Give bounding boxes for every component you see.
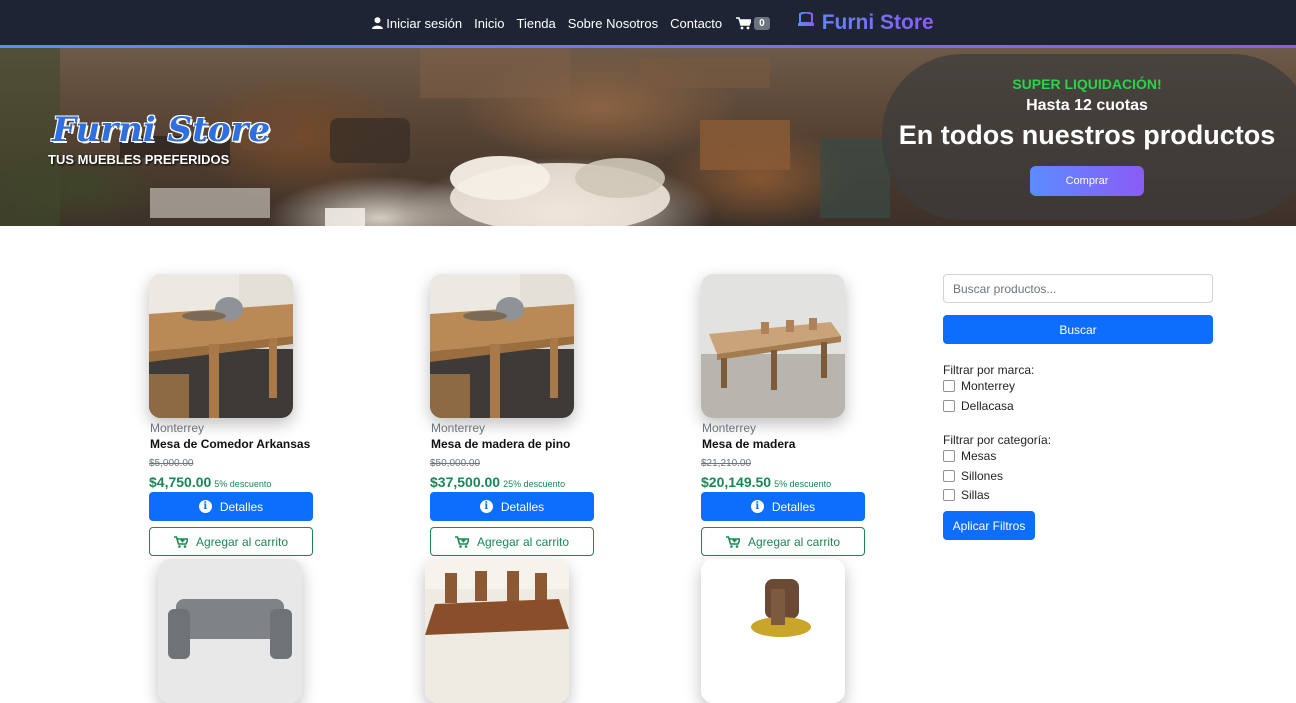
cart-link[interactable]: 0 [736,16,770,30]
product-old-price: $21,210.00 [701,458,752,469]
brand-filter-label: Dellacasa [961,399,1014,413]
product-image[interactable] [158,559,302,703]
nav-links: Iniciar sesión Inicio Tienda Sobre Nosot… [372,16,770,31]
info-icon: i [479,500,493,513]
add-to-cart-button[interactable]: Agregar al carrito [701,527,865,556]
cart-count-badge: 0 [754,16,770,30]
category-filter-title: Filtrar por categoría: [943,433,1052,447]
info-icon: i [198,500,212,513]
product-name[interactable]: Mesa de madera [702,437,795,451]
buy-button[interactable]: Comprar [1030,166,1144,196]
product-name[interactable]: Mesa de madera de pino [431,437,570,451]
checkbox[interactable] [943,489,955,501]
apply-filters-button[interactable]: Aplicar Filtros [943,511,1035,540]
add-to-cart-label: Agregar al carrito [476,534,570,549]
search-button[interactable]: Buscar [943,315,1213,344]
promo-box: SUPER LIQUIDACIÓN! Hasta 12 cuotas En to… [882,54,1296,220]
add-to-cart-button[interactable]: Agregar al carrito [149,527,313,556]
details-button[interactable]: i Detalles [701,492,865,521]
discount-label: 5% descuento [214,479,272,489]
nav-link-contacto[interactable]: Contacto [670,16,722,31]
chair-icon [797,12,814,33]
brand-filter-dellacasa[interactable]: Dellacasa [943,399,1014,413]
product-price: $20,149.50 5% descuento [701,474,831,490]
checkbox[interactable] [943,400,955,412]
hero-title: Furni Store [52,110,271,150]
info-icon: i [750,500,764,513]
hero-subtitle: TUS MUEBLES PREFERIDOS [48,152,230,167]
product-price: $37,500.00 25% descuento [430,474,565,490]
wood-table-photo [701,274,845,418]
chair-photo [701,559,845,703]
product-brand: Monterrey [150,421,205,435]
product-image[interactable] [425,559,569,703]
dining-table-photo [430,274,574,418]
product-brand: Monterrey [431,421,486,435]
brand-filter-label: Monterrey [961,379,1016,393]
details-button[interactable]: i Detalles [430,492,594,521]
price-value: $20,149.50 [701,474,772,490]
brand-filter-title: Filtrar por marca: [943,363,1035,377]
user-icon [372,17,384,29]
product-old-price: $50,000.00 [430,458,481,469]
nav-link-inicio[interactable]: Inicio [474,16,504,31]
category-filter-sillones[interactable]: Sillones [943,469,1003,483]
product-image[interactable] [701,274,845,418]
price-value: $37,500.00 [430,474,501,490]
product-name[interactable]: Mesa de Comedor Arkansas [150,437,310,451]
hero-banner: Furni Store TUS MUEBLES PREFERIDOS SUPER… [0,48,1296,226]
cart-plus-icon [173,535,188,548]
details-button[interactable]: i Detalles [149,492,313,521]
add-to-cart-label: Agregar al carrito [747,534,841,549]
dining-set-photo [425,559,569,703]
discount-label: 5% descuento [774,479,832,489]
login-link[interactable]: Iniciar sesión [372,16,462,31]
details-label: Detalles [500,499,545,514]
product-image[interactable] [701,559,845,703]
checkbox[interactable] [943,470,955,482]
brand-name: Furni Store [821,11,934,34]
add-to-cart-button[interactable]: Agregar al carrito [430,527,594,556]
brand-filter-monterrey[interactable]: Monterrey [943,379,1015,393]
navbar: Iniciar sesión Inicio Tienda Sobre Nosot… [0,0,1296,46]
dining-table-photo [149,274,293,418]
details-label: Detalles [219,499,264,514]
product-image[interactable] [149,274,293,418]
product-price: $4,750.00 5% descuento [149,474,271,490]
promo-message: En todos nuestros productos [898,120,1276,150]
category-filter-label: Sillas [961,488,990,502]
login-label: Iniciar sesión [386,15,463,31]
category-filter-label: Sillones [961,469,1004,483]
nav-link-sobre-nosotros[interactable]: Sobre Nosotros [568,16,658,31]
cart-plus-icon [454,535,469,548]
search-input[interactable] [943,274,1213,303]
product-brand: Monterrey [702,421,757,435]
discount-label: 25% descuento [503,479,566,489]
details-label: Detalles [771,499,816,514]
cart-plus-icon [725,535,740,548]
promo-headline: SUPER LIQUIDACIÓN! [1012,76,1162,92]
product-old-price: $5,000.00 [149,458,194,469]
brand-logo[interactable]: Furni Store [796,11,934,35]
checkbox[interactable] [943,450,955,462]
checkbox[interactable] [943,380,955,392]
sofa-photo [158,559,302,703]
nav-link-tienda[interactable]: Tienda [517,16,556,31]
product-image[interactable] [430,274,574,418]
promo-installments: Hasta 12 cuotas [1026,97,1148,114]
cart-icon [736,16,752,29]
category-filter-sillas[interactable]: Sillas [943,488,990,502]
add-to-cart-label: Agregar al carrito [195,534,289,549]
category-filter-mesas[interactable]: Mesas [943,449,996,463]
price-value: $4,750.00 [149,474,212,490]
category-filter-label: Mesas [961,449,997,463]
